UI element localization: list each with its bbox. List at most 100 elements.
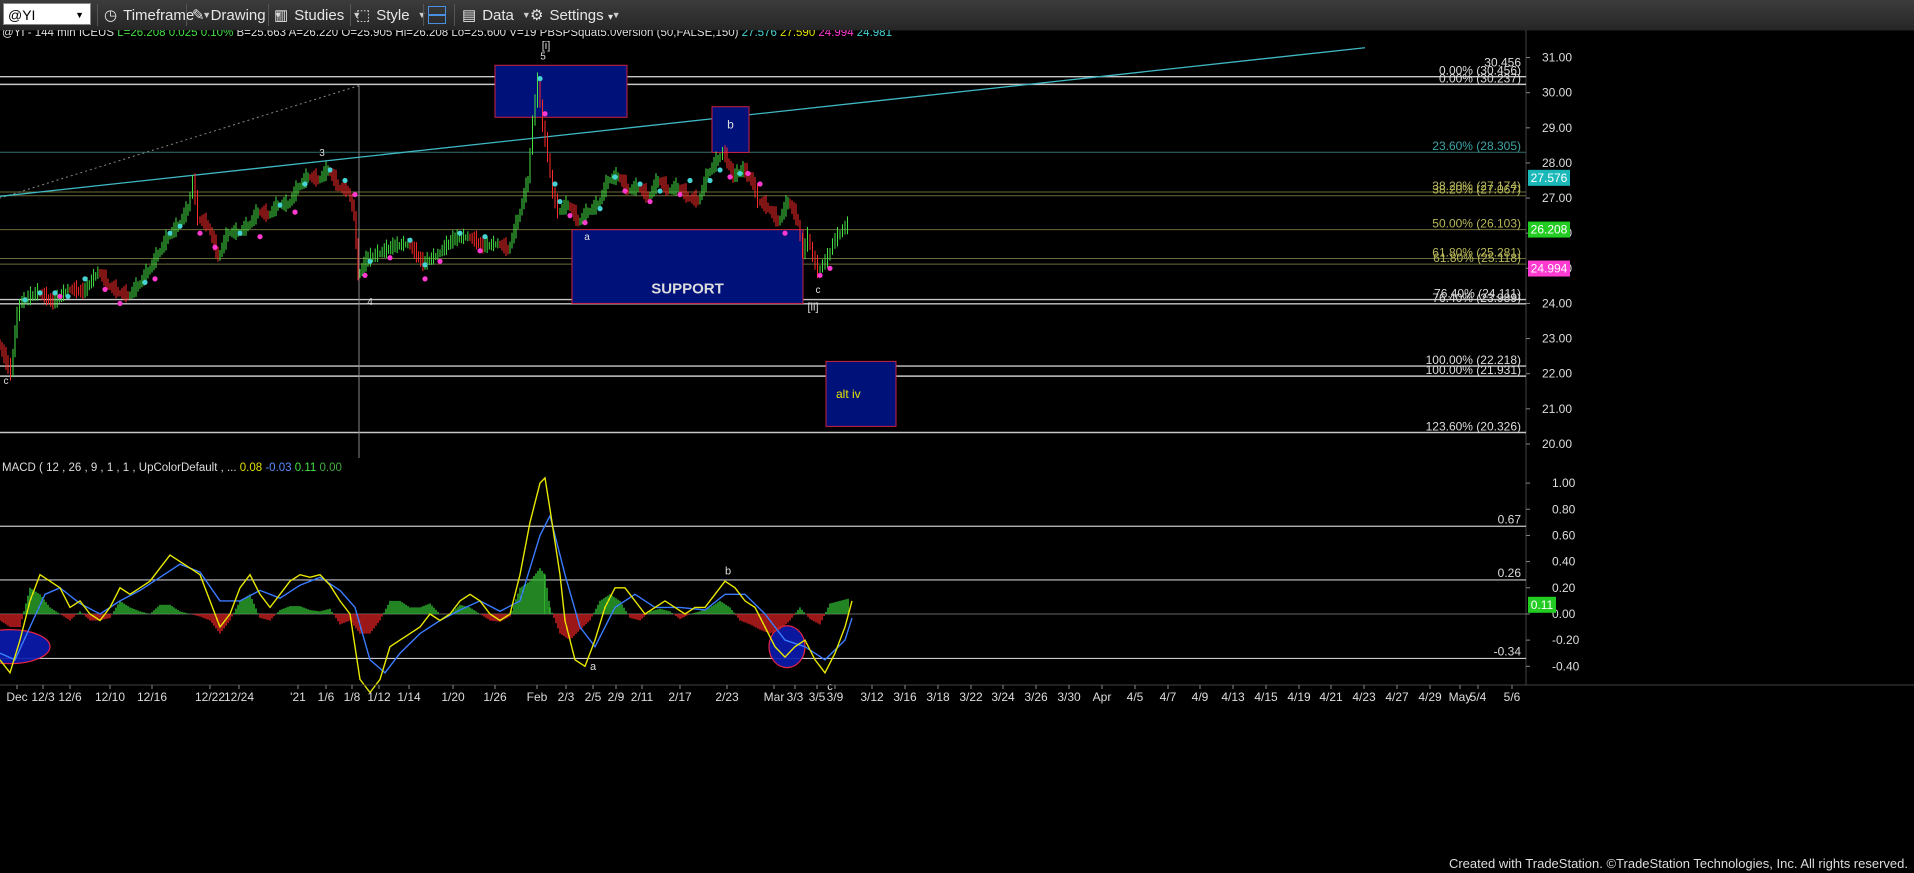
x-tick-label: 3/18 (926, 690, 950, 704)
x-tick-label: 5/6 (1504, 690, 1521, 704)
header-quote-value: O=25.905 (338, 30, 392, 39)
x-tick-label: 2/11 (631, 690, 654, 704)
header-quote-value: 24.994 (815, 30, 854, 39)
header-quote-value: 27.576 (738, 30, 776, 39)
y-tick-label: 31.00 (1542, 51, 1572, 65)
fib-level-label: 23.60% (28.305) (1432, 139, 1521, 153)
y-tick-label: -0.40 (1552, 659, 1580, 673)
signal-marker-cyan (457, 230, 463, 236)
box-label: b (727, 118, 734, 132)
data-menu[interactable]: ▤ Data ▼ (462, 4, 531, 26)
signal-marker-cyan (52, 290, 58, 296)
header-quote-value: PBSPSquat5.0version (50,FALSE,150) (536, 30, 738, 39)
signal-marker-cyan (482, 234, 488, 240)
signal-marker-magenta (57, 293, 63, 300)
signal-marker-cyan (657, 188, 663, 194)
price-tag-label: 26.208 (1531, 223, 1568, 237)
x-tick-label: 3/3 (787, 690, 804, 704)
y-tick-label: 0.60 (1552, 528, 1576, 542)
x-tick-label: 2/3 (558, 690, 575, 704)
toolbar-divider (97, 4, 98, 26)
wave-label: [i] (542, 40, 551, 52)
x-tick-label: Feb (527, 690, 548, 704)
settings-menu[interactable]: ⚙ Settings ▼ (530, 4, 621, 26)
x-axis: Dec 12/3 12/6 12/10 12/16 12/2212/24 '21 1/6 1/8… (0, 684, 1914, 704)
header-quote-value: B=25.663 (233, 30, 286, 39)
fib-level-label: 50.00% (26.103) (1432, 217, 1521, 231)
x-tick-label: 4/13 (1221, 690, 1245, 704)
x-tick-label: 2/23 (715, 690, 739, 704)
toolbar-divider (454, 4, 455, 26)
layout-icon (428, 6, 446, 24)
chevron-down-icon[interactable]: ▼ (75, 4, 84, 26)
x-tick-label: 4/23 (1352, 690, 1376, 704)
fib-level-label: 123.60% (20.326) (1426, 419, 1521, 433)
signal-marker-magenta (102, 286, 108, 292)
signal-marker-magenta (387, 255, 393, 261)
signal-marker-magenta (477, 248, 483, 254)
y-tick-label: 20.00 (1542, 437, 1572, 451)
drawing-label: Drawing (210, 6, 266, 24)
x-tick-label: Apr (1093, 690, 1112, 704)
signal-marker-magenta (817, 272, 823, 278)
x-tick-label: 5/4 (1470, 690, 1487, 704)
signal-marker-magenta (257, 234, 263, 240)
x-tick-label: 3/5 (809, 690, 826, 704)
toolbar: @YI ▼ ◷ Timeframe ▼ ✎ Drawing ▼ ▥ Studie… (0, 0, 1914, 31)
signal-marker-magenta (827, 265, 833, 271)
trendline (0, 47, 1366, 197)
signal-marker-magenta (352, 191, 358, 198)
signal-marker-magenta (677, 191, 683, 198)
signal-marker-cyan (737, 170, 743, 177)
fib-top-value: 30.456 (1484, 56, 1521, 70)
signal-marker-cyan (22, 297, 28, 303)
wave-label: c (4, 376, 9, 387)
x-tick-label: Dec (6, 690, 27, 704)
x-tick-label: 2/9 (608, 690, 625, 704)
header-quote-value: L=26.208 (117, 30, 165, 39)
style-menu[interactable]: ⬚ Style ▼ (356, 4, 426, 26)
layout-button[interactable] (428, 4, 446, 26)
header-quote-value: 0.025 (166, 30, 198, 39)
signal-marker-magenta (745, 170, 751, 177)
x-tick-label: Mar (764, 690, 785, 704)
macd-header-value: 0.11 (292, 462, 317, 474)
signal-marker-cyan (327, 167, 333, 173)
x-tick-label: 3/26 (1024, 690, 1048, 704)
data-label: Data (482, 6, 514, 24)
symbol-value: @YI (8, 7, 36, 23)
macd-header: MACD ( 12 , 26 , 9 , 1 , 1 , UpColorDefa… (2, 462, 342, 474)
dotted-trendline (0, 85, 360, 199)
timeframe-label: Timeframe (123, 6, 195, 24)
x-tick-label: May (1449, 690, 1472, 704)
signal-marker-cyan (302, 181, 308, 187)
signal-marker-cyan (537, 76, 543, 82)
y-tick-label: -0.20 (1552, 633, 1580, 647)
macd-label: MACD ( 12 , 26 , 9 , 1 , 1 , UpColorDefa… (2, 462, 237, 474)
footer-credit: Created with TradeStation. ©TradeStation… (1448, 856, 1908, 871)
macd-level-label: 0.26 (1498, 566, 1522, 580)
wave-label: b (725, 566, 731, 578)
studies-label: Studies (294, 6, 345, 24)
signal-marker-cyan (142, 279, 148, 285)
signal-marker-cyan (707, 177, 713, 184)
price-pane: 31.0030.0029.0028.0027.0026.0025.0024.00… (0, 30, 1572, 685)
x-tick-label: 3/24 (991, 690, 1015, 704)
x-tick-label: 1/14 (397, 690, 421, 704)
symbol-input[interactable]: @YI ▼ (3, 3, 91, 25)
macd-header-value: 0.08 (237, 462, 263, 474)
signal-marker-cyan (277, 202, 283, 208)
studies-menu[interactable]: ▥ Studies ▼ (274, 4, 361, 26)
x-tick-label: 3/30 (1057, 690, 1081, 704)
toolbar-overflow-button[interactable]: ▾ (608, 6, 613, 28)
macd-header-value: 0.00 (316, 462, 342, 474)
macd-level-label: 0.67 (1498, 512, 1522, 526)
signal-marker-magenta (212, 244, 218, 250)
signal-marker-magenta (197, 230, 203, 236)
signal-marker-cyan (37, 290, 43, 296)
x-tick-label: 1/8 (344, 690, 361, 704)
x-tick-label: 12/16 (137, 690, 167, 704)
x-tick-label: 12/24 (224, 690, 254, 704)
chart-area[interactable]: 31.0030.0029.0028.0027.0026.0025.0024.00… (0, 30, 1914, 873)
x-tick-label: 3/16 (893, 690, 917, 704)
